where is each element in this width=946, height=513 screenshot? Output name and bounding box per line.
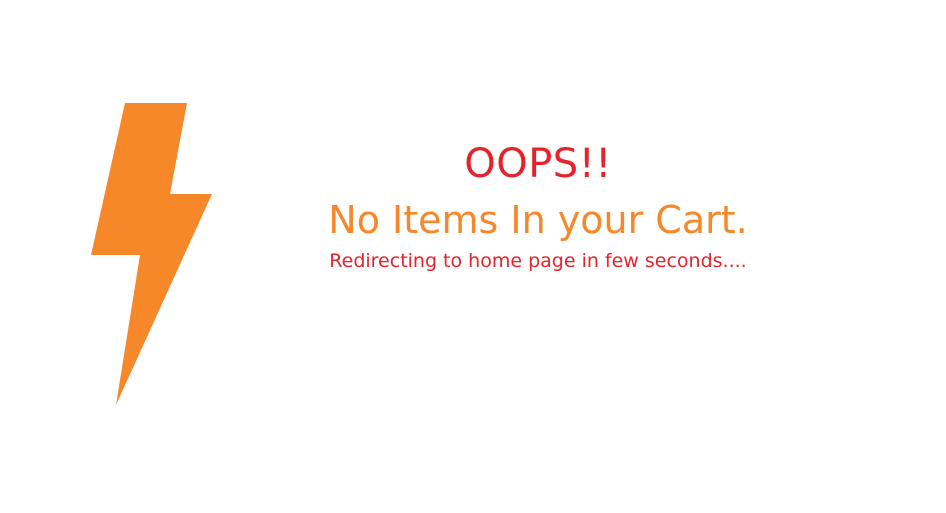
empty-cart-message: OOPS!! No Items In your Cart. Redirectin…	[300, 140, 776, 274]
error-title: OOPS!!	[464, 141, 612, 187]
empty-cart-text: No Items In your Cart.	[328, 198, 748, 242]
redirect-notice: Redirecting to home page in few seconds.…	[329, 250, 747, 272]
